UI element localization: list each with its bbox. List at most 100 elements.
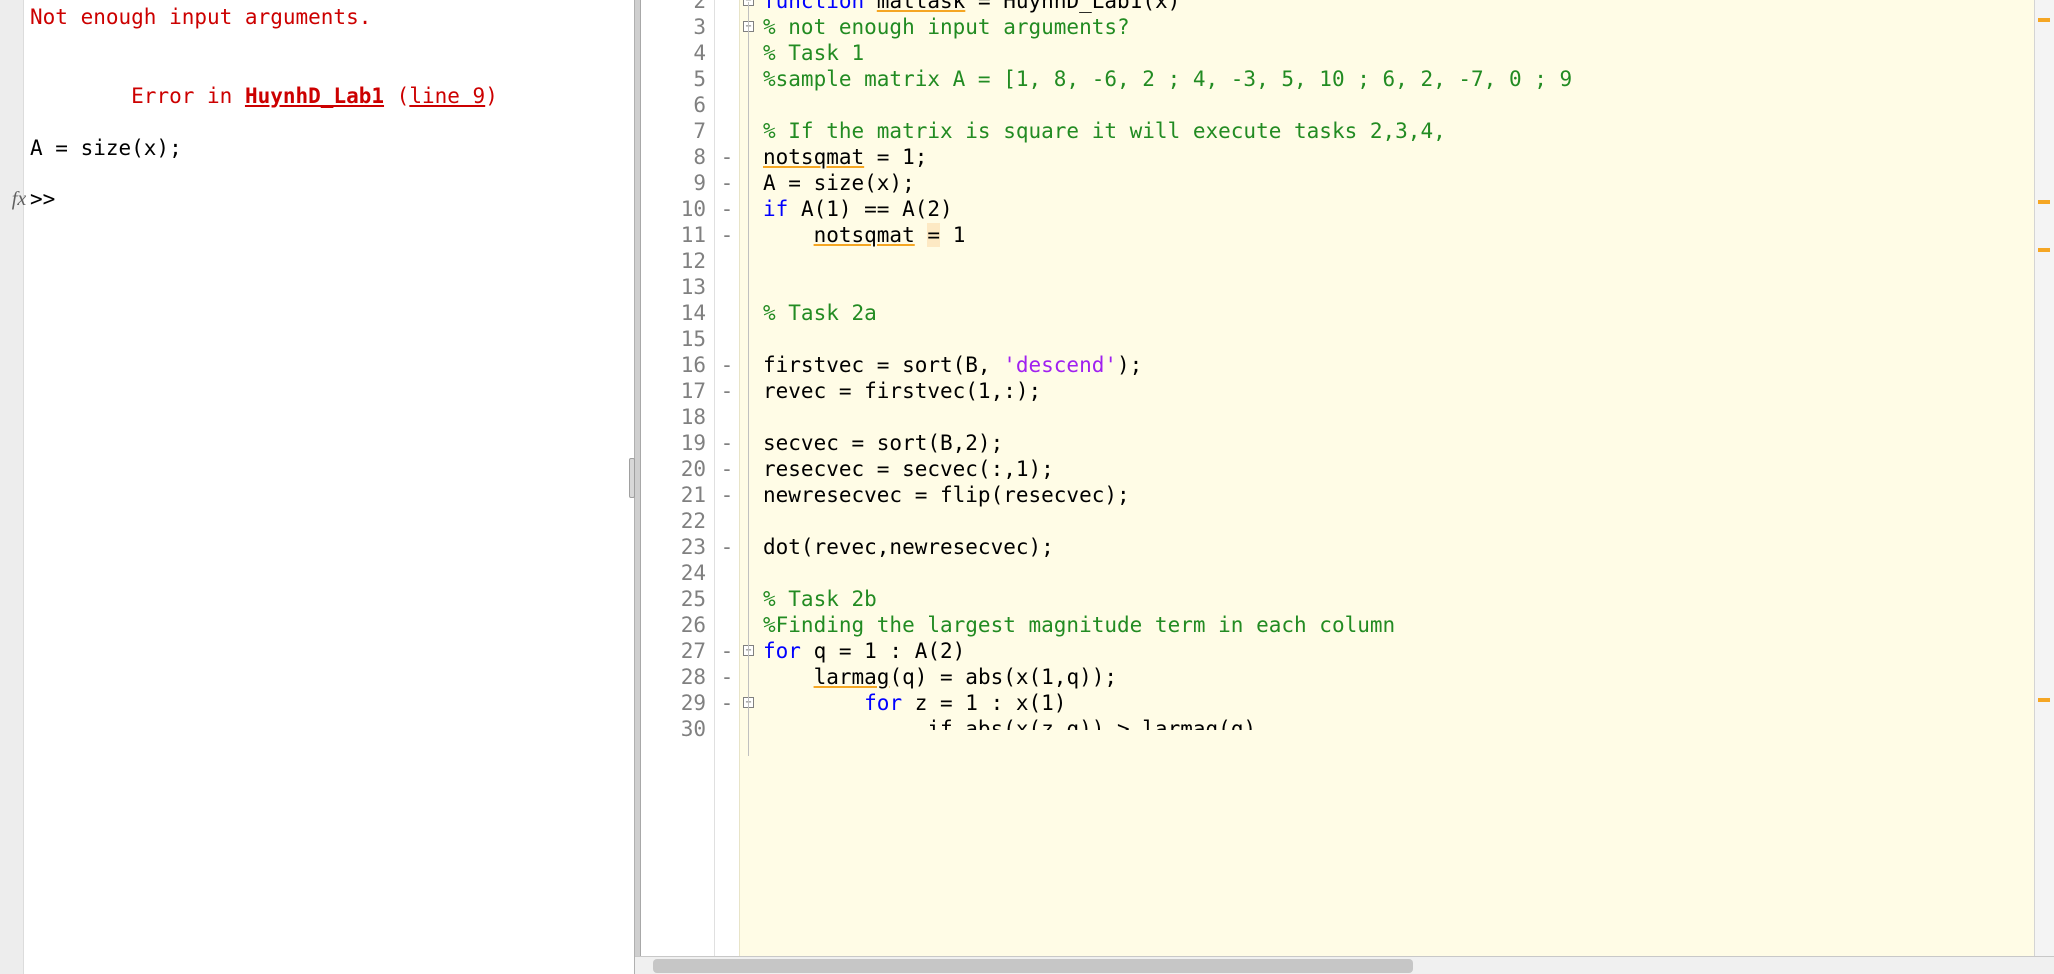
code-line[interactable]: resecvec = secvec(:,1); <box>757 456 2034 482</box>
code-line[interactable] <box>757 326 2034 352</box>
line-number: 29 <box>641 690 714 716</box>
code-line[interactable]: % not enough input arguments? <box>757 14 2034 40</box>
line-number: 7 <box>641 118 714 144</box>
line-number: 9 <box>641 170 714 196</box>
breakpoint-slot[interactable] <box>715 326 739 352</box>
error-location: Error in HuynhD_Lab1 (line 9) <box>30 56 628 135</box>
breakpoint-slot[interactable] <box>715 14 739 40</box>
code-line[interactable]: A = size(x); <box>757 170 2034 196</box>
warning-mark-icon[interactable] <box>2038 248 2050 252</box>
code-line[interactable]: larmag(q) = abs(x(1,q)); <box>757 664 2034 690</box>
code-line[interactable]: function mattask = HuynhD_Lab1(x) <box>757 0 2034 14</box>
breakpoint-slot[interactable] <box>715 66 739 92</box>
breakpoint-slot[interactable]: - <box>715 378 739 404</box>
code-line[interactable]: % Task 2a <box>757 300 2034 326</box>
line-number: 5 <box>641 66 714 92</box>
code-line[interactable]: % Task 2b <box>757 586 2034 612</box>
fold-gutter[interactable]: −−−− <box>739 0 757 956</box>
breakpoint-slot[interactable]: - <box>715 456 739 482</box>
breakpoint-slot[interactable] <box>715 92 739 118</box>
code-line[interactable]: notsqmat = 1 <box>757 222 2034 248</box>
breakpoint-slot[interactable] <box>715 40 739 66</box>
line-number: 12 <box>641 248 714 274</box>
line-number: 21 <box>641 482 714 508</box>
code-line[interactable]: revec = firstvec(1,:); <box>757 378 2034 404</box>
line-number: 20 <box>641 456 714 482</box>
editor-main: 2345678910111213141516171819202122232425… <box>635 0 2054 956</box>
code-line[interactable]: for q = 1 : A(2) <box>757 638 2034 664</box>
horizontal-scrollbar[interactable] <box>635 956 2054 974</box>
breakpoint-slot[interactable] <box>715 248 739 274</box>
code-line[interactable] <box>757 92 2034 118</box>
code-line[interactable] <box>757 274 2034 300</box>
breakpoint-slot[interactable]: - <box>715 222 739 248</box>
breakpoint-slot[interactable]: - <box>715 352 739 378</box>
error-function-link[interactable]: HuynhD_Lab1 <box>245 84 384 108</box>
fx-icon[interactable]: fx <box>8 188 30 211</box>
warning-mark-icon[interactable] <box>2038 18 2050 22</box>
code-line[interactable] <box>757 404 2034 430</box>
code-line[interactable]: if abs(x(z,q)) > larmag(q) <box>757 716 2034 730</box>
error-line-link[interactable]: line 9 <box>409 84 485 108</box>
code-line[interactable]: dot(revec,newresecvec); <box>757 534 2034 560</box>
breakpoint-slot[interactable] <box>715 560 739 586</box>
line-number: 8 <box>641 144 714 170</box>
error-message: Not enough input arguments. <box>30 4 628 30</box>
warning-mark-icon[interactable] <box>2038 200 2050 204</box>
line-number: 30 <box>641 716 714 742</box>
code-line[interactable]: newresecvec = flip(resecvec); <box>757 482 2034 508</box>
breakpoint-slot[interactable] <box>715 300 739 326</box>
breakpoint-slot[interactable]: - <box>715 170 739 196</box>
code-line[interactable]: % If the matrix is square it will execut… <box>757 118 2034 144</box>
breakpoint-slot[interactable]: - <box>715 430 739 456</box>
code-line[interactable]: secvec = sort(B,2); <box>757 430 2034 456</box>
code-line[interactable] <box>757 508 2034 534</box>
line-number: 14 <box>641 300 714 326</box>
breakpoint-slot[interactable] <box>715 612 739 638</box>
error-mid: ( <box>384 84 409 108</box>
code-line[interactable]: if A(1) == A(2) <box>757 196 2034 222</box>
app-root: Not enough input arguments. Error in Huy… <box>0 0 2054 974</box>
code-line[interactable]: % Task 1 <box>757 40 2034 66</box>
line-number: 4 <box>641 40 714 66</box>
line-number: 22 <box>641 508 714 534</box>
command-window-gutter <box>0 0 24 974</box>
breakpoint-slot[interactable]: - <box>715 638 739 664</box>
line-number: 27 <box>641 638 714 664</box>
line-number: 16 <box>641 352 714 378</box>
code-line[interactable]: %Finding the largest magnitude term in e… <box>757 612 2034 638</box>
line-number: 18 <box>641 404 714 430</box>
breakpoint-slot[interactable] <box>715 716 739 742</box>
splitter-handle[interactable] <box>629 458 635 498</box>
scrollbar-thumb[interactable] <box>653 959 1413 973</box>
line-number: 13 <box>641 274 714 300</box>
code-line[interactable] <box>757 248 2034 274</box>
breakpoint-slot[interactable] <box>715 508 739 534</box>
breakpoint-slot[interactable] <box>715 586 739 612</box>
code-line[interactable]: notsqmat = 1; <box>757 144 2034 170</box>
breakpoint-slot[interactable] <box>715 118 739 144</box>
breakpoint-slot[interactable] <box>715 0 739 14</box>
breakpoint-gutter[interactable]: ------------- <box>715 0 739 956</box>
breakpoint-slot[interactable]: - <box>715 144 739 170</box>
breakpoint-slot[interactable]: - <box>715 534 739 560</box>
code-area[interactable]: function mattask = HuynhD_Lab1(x)% not e… <box>757 0 2034 956</box>
code-line[interactable] <box>757 560 2034 586</box>
breakpoint-slot[interactable]: - <box>715 482 739 508</box>
warning-mark-icon[interactable] <box>2038 698 2050 702</box>
command-prompt[interactable]: >> <box>30 187 55 211</box>
breakpoint-slot[interactable]: - <box>715 690 739 716</box>
line-number: 6 <box>641 92 714 118</box>
breakpoint-slot[interactable]: - <box>715 196 739 222</box>
command-window-body[interactable]: Not enough input arguments. Error in Huy… <box>24 0 634 974</box>
breakpoint-slot[interactable]: - <box>715 664 739 690</box>
code-line[interactable]: %sample matrix A = [1, 8, -6, 2 ; 4, -3,… <box>757 66 2034 92</box>
code-line[interactable]: for z = 1 : x(1) <box>757 690 2034 716</box>
error-pre: Error in <box>131 84 245 108</box>
code-line[interactable]: firstvec = sort(B, 'descend'); <box>757 352 2034 378</box>
error-code: A = size(x); <box>30 135 628 161</box>
line-number: 26 <box>641 612 714 638</box>
message-strip[interactable] <box>2034 0 2054 956</box>
breakpoint-slot[interactable] <box>715 274 739 300</box>
breakpoint-slot[interactable] <box>715 404 739 430</box>
